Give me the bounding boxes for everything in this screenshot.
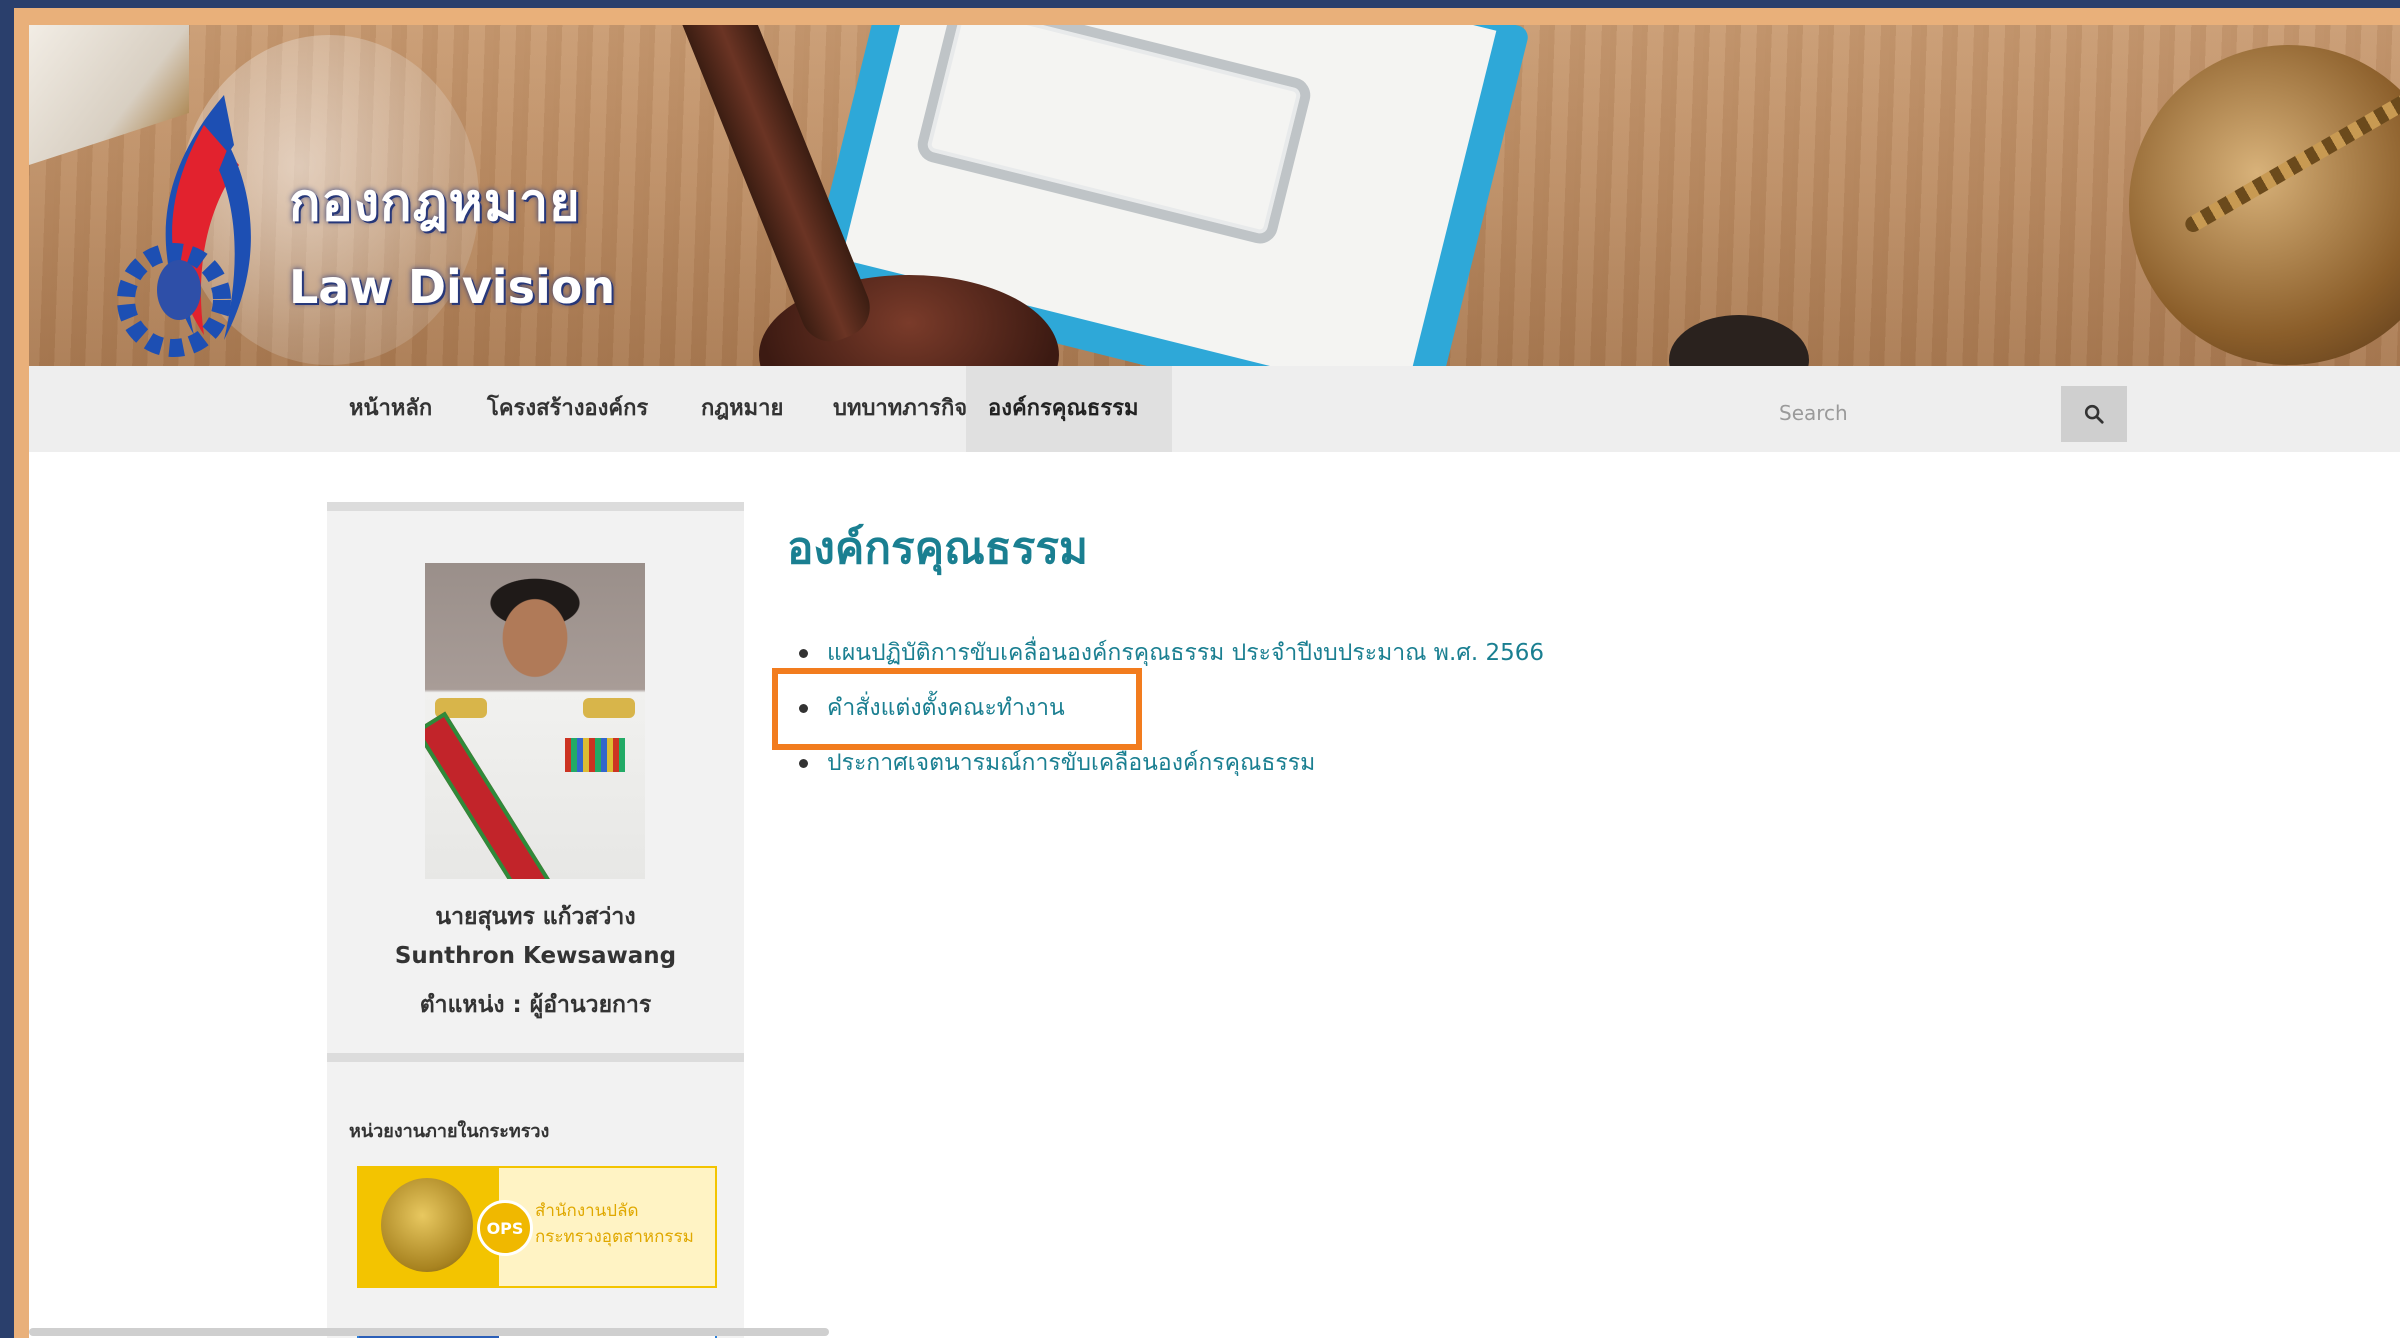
dark-object-decoration <box>1669 315 1809 366</box>
director-position: ตำแหน่ง : ผู้อำนวยการ <box>419 992 652 1018</box>
search-icon <box>2084 404 2104 424</box>
bullet-icon <box>799 759 808 768</box>
search-input[interactable] <box>1769 386 2079 440</box>
document-link-list: แผนปฏิบัติการขับเคลื่อนองค์กรคุณธรรม ประ… <box>799 635 1544 800</box>
link-ethics-declaration[interactable]: ประกาศเจตนารมณ์การขับเคลื่อนองค์กรคุณธรร… <box>827 750 1315 776</box>
list-item: ประกาศเจตนารมณ์การขับเคลื่อนองค์กรคุณธรร… <box>799 745 1544 800</box>
director-portrait <box>425 563 645 879</box>
header-banner: กองกฎหมาย Law Division <box>29 25 2400 366</box>
list-item: แผนปฏิบัติการขับเคลื่อนองค์กรคุณธรรม ประ… <box>799 635 1544 690</box>
director-name-english: Sunthron Kewsawang <box>394 943 677 969</box>
main-navigation: หน้าหลัก โครงสร้างองค์กร กฎหมาย บทบาทภาร… <box>29 366 2400 452</box>
list-item: คำสั่งแต่งตั้งคณะทำงาน <box>799 690 1544 745</box>
bullet-icon <box>799 649 808 658</box>
director-name-thai: นายสุนทร แก้วสว่าง <box>435 904 636 930</box>
ops-name-line1: สำนักงานปลัด <box>535 1201 639 1221</box>
link-working-group-order[interactable]: คำสั่งแต่งตั้งคณะทำงาน <box>827 695 1065 721</box>
page-title: องค์กรคุณธรรม <box>787 523 1088 574</box>
nav-item-structure[interactable]: โครงสร้างองค์กร <box>465 366 670 452</box>
nav-item-ethics-organization[interactable]: องค์กรคุณธรรม <box>966 366 1172 452</box>
logo-title-english[interactable]: Law Division <box>289 260 615 314</box>
units-title: หน่วยงานภายในกระทรวง <box>349 1121 550 1142</box>
ops-unit-banner[interactable]: OPS สำนักงานปลัด กระทรวงอุตสาหกรรม <box>357 1166 717 1288</box>
browser-page: กองกฎหมาย Law Division หน้าหลัก โครงสร้า… <box>29 25 2400 1338</box>
nav-item-home[interactable]: หน้าหลัก <box>327 366 454 452</box>
nav-item-mission[interactable]: บทบาทภารกิจ <box>811 366 989 452</box>
logo-title-thai[interactable]: กองกฎหมาย <box>289 160 581 243</box>
ministry-units-box: หน่วยงานภายในกระทรวง OPS สำนักงานปลัด กร… <box>327 1053 744 1338</box>
bullet-icon <box>799 704 808 713</box>
director-profile-card: นายสุนทร แก้วสว่าง Sunthron Kewsawang ตำ… <box>327 502 744 1055</box>
nav-item-law[interactable]: กฎหมาย <box>679 366 805 452</box>
scale-decoration <box>2129 45 2400 365</box>
ops-badge: OPS <box>477 1200 533 1256</box>
ops-name-line2: กระทรวงอุตสาหกรรม <box>535 1227 694 1247</box>
link-ethics-action-plan[interactable]: แผนปฏิบัติการขับเคลื่อนองค์กรคุณธรรม ประ… <box>827 640 1544 666</box>
search-button[interactable] <box>2061 386 2127 442</box>
law-division-logo-icon[interactable] <box>104 85 304 360</box>
horizontal-scrollbar[interactable] <box>29 1328 829 1336</box>
ops-seal-icon <box>381 1178 473 1272</box>
